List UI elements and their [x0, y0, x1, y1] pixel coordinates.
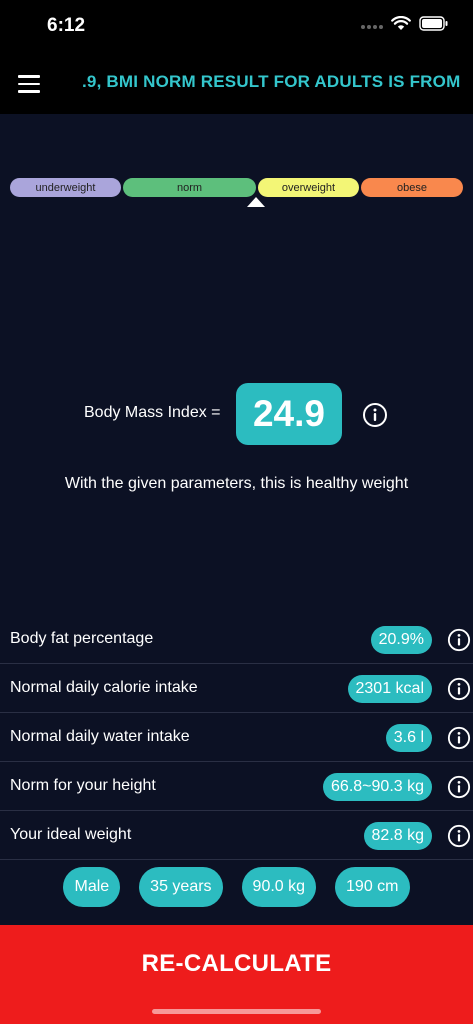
result-label: Normal daily water intake	[10, 728, 190, 745]
scale-segment-underweight: underweight	[10, 178, 121, 197]
result-value: 20.9%	[370, 626, 432, 654]
result-row-height-norm: Norm for your height 66.8~90.3 kg	[0, 762, 473, 811]
result-label: Norm for your height	[10, 777, 156, 794]
result-row-body-fat: Body fat percentage 20.9%	[0, 615, 473, 664]
height-chip[interactable]: 190 cm	[335, 867, 410, 907]
info-icon[interactable]	[447, 775, 471, 799]
screen: 6:12 .9, BMI NORM RESULT FOR ADULTS IS F…	[0, 0, 473, 1024]
info-icon[interactable]	[447, 628, 471, 652]
result-value: 3.6 l	[385, 724, 432, 752]
marquee-banner: .9, BMI NORM RESULT FOR ADULTS IS FROM	[82, 54, 473, 114]
bmi-scale: underweight norm overweight obese	[10, 178, 463, 197]
result-value: 66.8~90.3 kg	[323, 773, 432, 801]
bmi-result: Body Mass Index = 24.9	[0, 383, 473, 445]
result-value: 82.8 kg	[363, 822, 432, 850]
scale-segment-obese: obese	[361, 178, 463, 197]
info-icon[interactable]	[447, 824, 471, 848]
status-time: 6:12	[47, 15, 86, 36]
scale-segment-norm: norm	[123, 178, 256, 197]
age-chip[interactable]: 35 years	[139, 867, 223, 907]
result-value: 2301 kcal	[347, 675, 432, 703]
result-row-ideal-weight: Your ideal weight 82.8 kg	[0, 811, 473, 860]
result-label: Your ideal weight	[10, 826, 132, 843]
bmi-value: 24.9	[236, 383, 342, 445]
bmi-label: Body Mass Index =	[84, 404, 221, 421]
home-indicator[interactable]	[152, 1009, 321, 1014]
results-list: Body fat percentage 20.9% Normal daily c…	[0, 615, 473, 860]
menu-icon[interactable]	[18, 70, 46, 98]
result-row-water-intake: Normal daily water intake 3.6 l	[0, 713, 473, 762]
app-header: .9, BMI NORM RESULT FOR ADULTS IS FROM	[0, 54, 473, 114]
marquee-text: .9, BMI NORM RESULT FOR ADULTS IS FROM	[82, 72, 461, 91]
status-bar: 6:12	[0, 0, 473, 54]
info-icon[interactable]	[447, 677, 471, 701]
bmi-info-icon[interactable]	[362, 402, 388, 428]
status-icons	[361, 16, 449, 31]
info-icon[interactable]	[447, 726, 471, 750]
result-row-calorie-intake: Normal daily calorie intake 2301 kcal	[0, 664, 473, 713]
result-label: Normal daily calorie intake	[10, 679, 198, 696]
battery-icon	[419, 16, 448, 31]
parameter-chips: Male 35 years 90.0 kg 190 cm	[0, 867, 473, 907]
bmi-pointer-icon	[247, 197, 265, 207]
scale-segment-overweight: overweight	[258, 178, 359, 197]
weight-chip[interactable]: 90.0 kg	[241, 867, 317, 907]
wifi-icon	[391, 16, 411, 30]
gender-chip[interactable]: Male	[63, 867, 121, 907]
result-label: Body fat percentage	[10, 630, 154, 647]
cellular-signal-icon	[361, 24, 383, 29]
bmi-description: With the given parameters, this is healt…	[64, 475, 409, 492]
